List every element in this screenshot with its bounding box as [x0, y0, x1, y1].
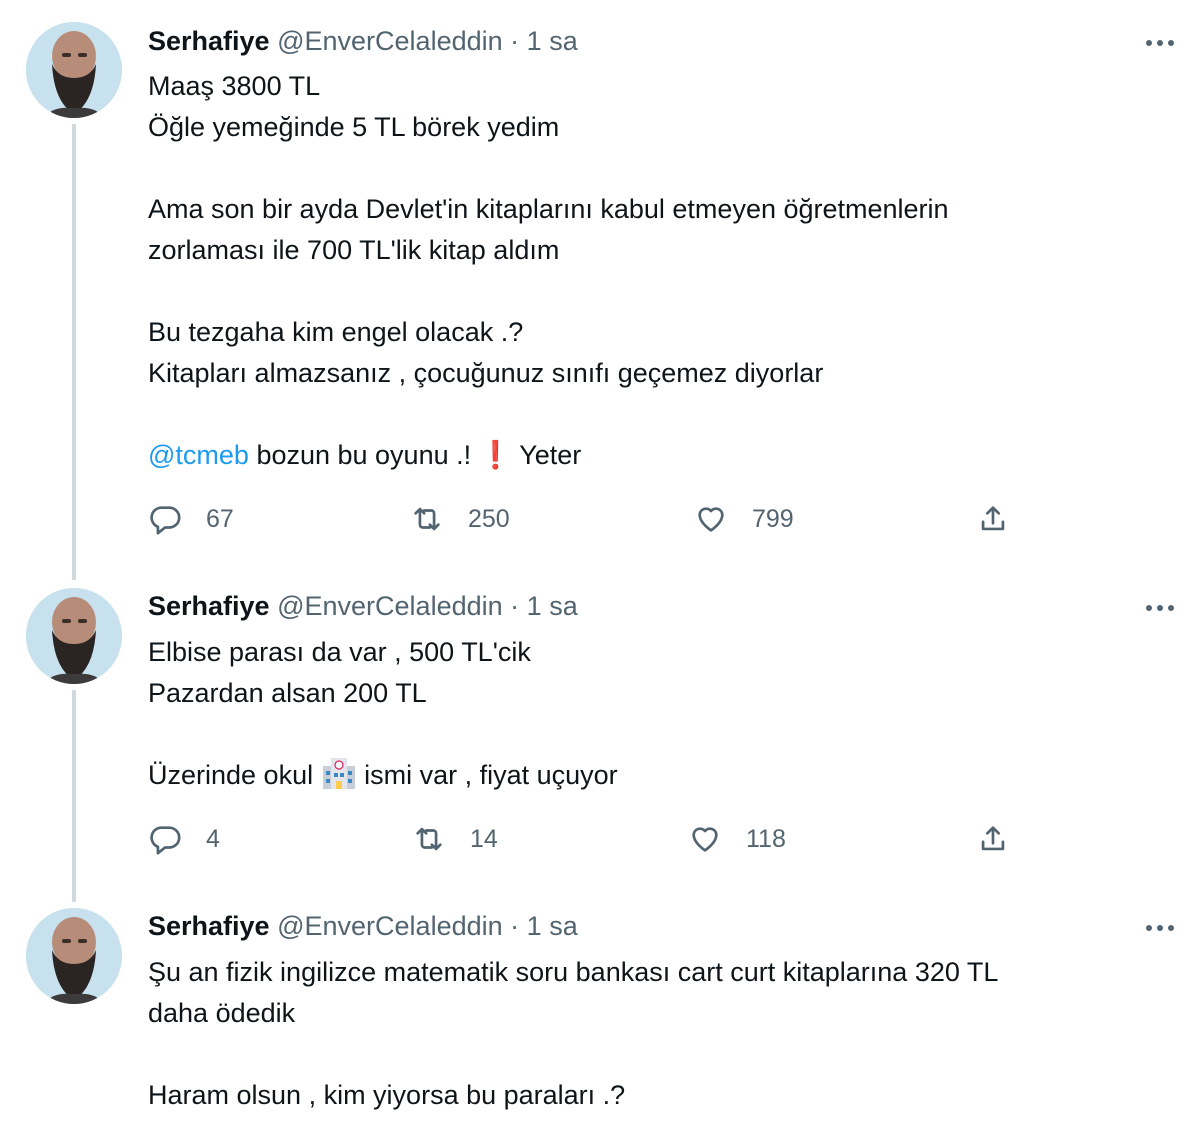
separator-dot: · [510, 26, 520, 56]
text-line: Bu tezgaha kim engel olacak .? [148, 317, 524, 347]
user-handle[interactable]: @EnverCelaleddin [277, 591, 503, 621]
more-icon[interactable] [1146, 598, 1174, 618]
like-count: 799 [752, 504, 794, 533]
text-line: zorlaması ile 700 TL'lik kitap aldım [148, 235, 560, 265]
like-button[interactable]: 118 [688, 822, 786, 856]
reply-icon [150, 826, 181, 855]
profile-photo [26, 588, 122, 684]
separator-dot: · [510, 911, 520, 941]
profile-photo [26, 22, 122, 118]
heart-icon [698, 507, 724, 532]
text-line [148, 1034, 1158, 1075]
avatar[interactable] [26, 22, 122, 118]
text-line: Öğle yemeğinde 5 TL börek yedim [148, 112, 560, 142]
thread-line [72, 690, 76, 902]
retweet-icon [414, 507, 440, 531]
text-line: Şu an fizik ingilizce matematik soru ban… [148, 957, 999, 987]
reply-icon [150, 506, 181, 535]
share-button[interactable] [976, 822, 1010, 856]
timestamp[interactable]: 1 sa [527, 591, 578, 621]
reply-button[interactable]: 67 [148, 502, 234, 536]
tweet-actions: 4 14 118 [148, 822, 1048, 862]
school-emoji [322, 758, 355, 789]
more-icon[interactable] [1146, 918, 1174, 938]
reply-button[interactable]: 4 [148, 822, 220, 856]
text-line: daha ödedik [148, 998, 296, 1028]
retweet-count: 250 [468, 504, 510, 533]
mention-link[interactable]: @tcmeb [148, 440, 249, 470]
user-handle[interactable]: @EnverCelaleddin [277, 911, 503, 941]
exclamation-emoji: ❗ [478, 440, 513, 470]
retweet-button[interactable]: 250 [410, 502, 510, 536]
user-handle[interactable]: @EnverCelaleddin [277, 26, 503, 56]
timestamp[interactable]: 1 sa [527, 911, 578, 941]
share-icon [981, 506, 1005, 531]
text-line: Haram olsun , kim yiyorsa bu paraları .? [148, 1080, 626, 1110]
text-line [148, 148, 1158, 189]
like-button[interactable]: 799 [694, 502, 794, 536]
heart-icon [692, 827, 718, 852]
like-count: 118 [746, 824, 786, 853]
more-icon[interactable] [1146, 33, 1174, 53]
reply-count: 4 [206, 824, 220, 853]
tweet-text: Elbise parası da var , 500 TL'cik Pazard… [148, 632, 1158, 796]
text-line [148, 271, 1158, 312]
text-segment: ismi var , fiyat uçuyor [356, 760, 618, 790]
tweet-header: Serhafiye @EnverCelaleddin · 1 sa [148, 911, 578, 942]
text-line-last: @tcmeb bozun bu oyunu .! ❗ Yeter [148, 435, 1158, 476]
avatar[interactable] [26, 908, 122, 1004]
text-line: Maaş 3800 TL [148, 71, 321, 101]
display-name[interactable]: Serhafiye [148, 591, 270, 621]
text-line-last: Üzerinde okul ismi var , fiyat uçuyor [148, 755, 1158, 796]
text-line [148, 394, 1158, 435]
reply-count: 67 [206, 504, 234, 533]
text-segment: bozun bu oyunu .! [248, 440, 479, 470]
retweet-icon [416, 827, 442, 851]
avatar[interactable] [26, 588, 122, 684]
text-line: Kitapları almazsanız , çocuğunuz sınıfı … [148, 358, 824, 388]
display-name[interactable]: Serhafiye [148, 911, 270, 941]
tweet-text: Maaş 3800 TL Öğle yemeğinde 5 TL börek y… [148, 66, 1158, 476]
retweet-button[interactable]: 14 [412, 822, 498, 856]
tweet-text: Şu an fizik ingilizce matematik soru ban… [148, 952, 1158, 1116]
separator-dot: · [510, 591, 520, 621]
text-line: Ama son bir ayda Devlet'in kitaplarını k… [148, 194, 949, 224]
text-line [148, 714, 1158, 755]
display-name[interactable]: Serhafiye [148, 26, 270, 56]
share-icon [981, 826, 1005, 851]
share-button[interactable] [976, 502, 1010, 536]
text-line: Pazardan alsan 200 TL [148, 678, 427, 708]
timestamp[interactable]: 1 sa [527, 26, 578, 56]
tweet-actions: 67 250 799 [148, 502, 1048, 542]
thread-line [72, 124, 76, 580]
retweet-count: 14 [470, 824, 498, 853]
tweet-header: Serhafiye @EnverCelaleddin · 1 sa [148, 591, 578, 622]
text-line: Elbise parası da var , 500 TL'cik [148, 637, 531, 667]
tweet-header: Serhafiye @EnverCelaleddin · 1 sa [148, 26, 578, 57]
text-segment: Üzerinde okul [148, 760, 321, 790]
profile-photo [26, 908, 122, 1004]
text-segment: Yeter [512, 440, 582, 470]
